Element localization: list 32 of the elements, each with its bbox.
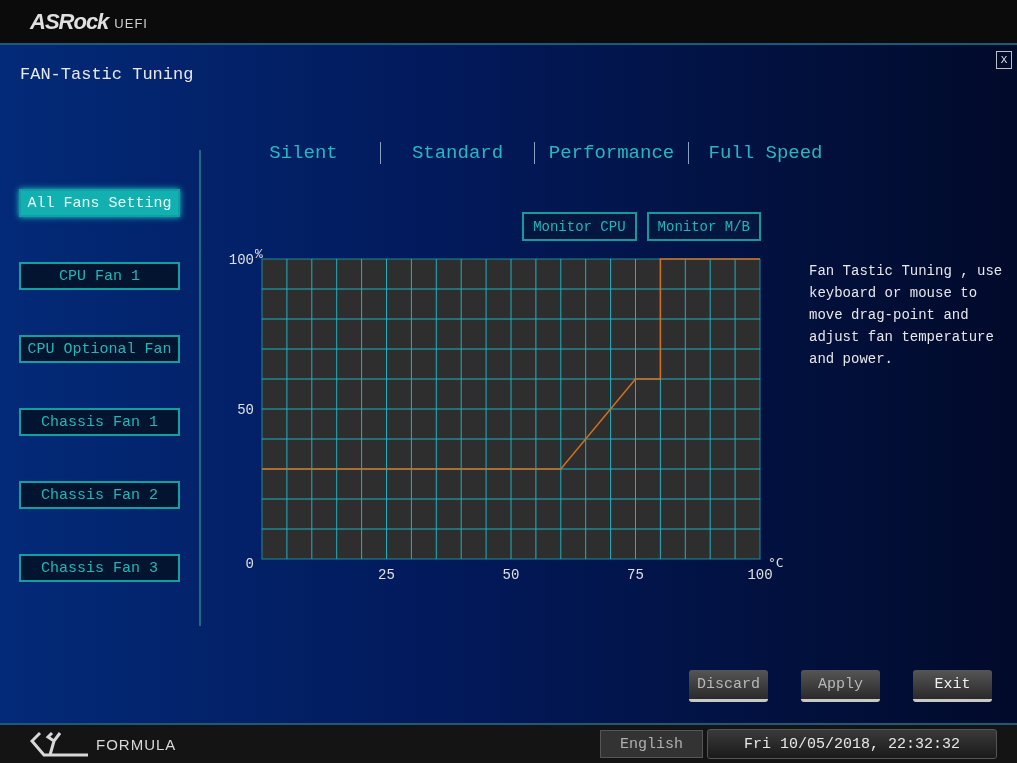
action-button[interactable]: Apply bbox=[801, 670, 880, 702]
x-tick-label: 50 bbox=[502, 567, 520, 583]
fan-button[interactable]: Chassis Fan 1 bbox=[19, 408, 180, 436]
window-title: FAN-Tastic Tuning bbox=[20, 65, 194, 84]
x-tick-label: 25 bbox=[378, 567, 395, 583]
action-button[interactable]: Discard bbox=[689, 670, 768, 702]
fan-button[interactable]: CPU Fan 1 bbox=[19, 262, 180, 290]
help-text: Fan Tastic Tuning , use keyboard or mouse to move drag-point and adjust fan temperature and power. bbox=[809, 262, 1004, 369]
x-tick-label: 100 bbox=[747, 567, 773, 583]
action-button[interactable]: Exit bbox=[913, 670, 992, 702]
formula-emblem-icon bbox=[30, 731, 90, 757]
brand-logo: ASRock bbox=[30, 8, 109, 35]
fan-button[interactable]: Chassis Fan 3 bbox=[19, 554, 180, 582]
y-axis-unit: % bbox=[255, 247, 263, 262]
y-tick-label: 50 bbox=[237, 402, 254, 418]
y-tick-label: 100 bbox=[228, 252, 254, 268]
y-tick-label: 0 bbox=[245, 556, 254, 572]
datetime-display: Fri 10/05/2018, 22:32:32 bbox=[707, 729, 997, 759]
language-button[interactable]: English bbox=[600, 730, 703, 758]
mode-tab[interactable]: Performance bbox=[535, 140, 688, 166]
formula-logo-text: FORMULA bbox=[96, 735, 177, 753]
fan-button[interactable]: Chassis Fan 2 bbox=[19, 481, 180, 509]
x-axis-unit: °C bbox=[768, 555, 784, 570]
monitor-button[interactable]: Monitor M/B bbox=[646, 212, 761, 241]
fan-button[interactable]: CPU Optional Fan bbox=[19, 335, 180, 363]
mode-tab[interactable]: Standard bbox=[381, 140, 534, 166]
monitor-button[interactable]: Monitor CPU bbox=[522, 212, 637, 241]
close-button[interactable]: X bbox=[996, 51, 1012, 69]
brand-suffix: UEFI bbox=[114, 16, 148, 31]
mode-tab[interactable]: Silent bbox=[227, 140, 380, 166]
x-tick-label: 75 bbox=[627, 567, 644, 583]
mode-tab[interactable]: Full Speed bbox=[689, 140, 842, 166]
